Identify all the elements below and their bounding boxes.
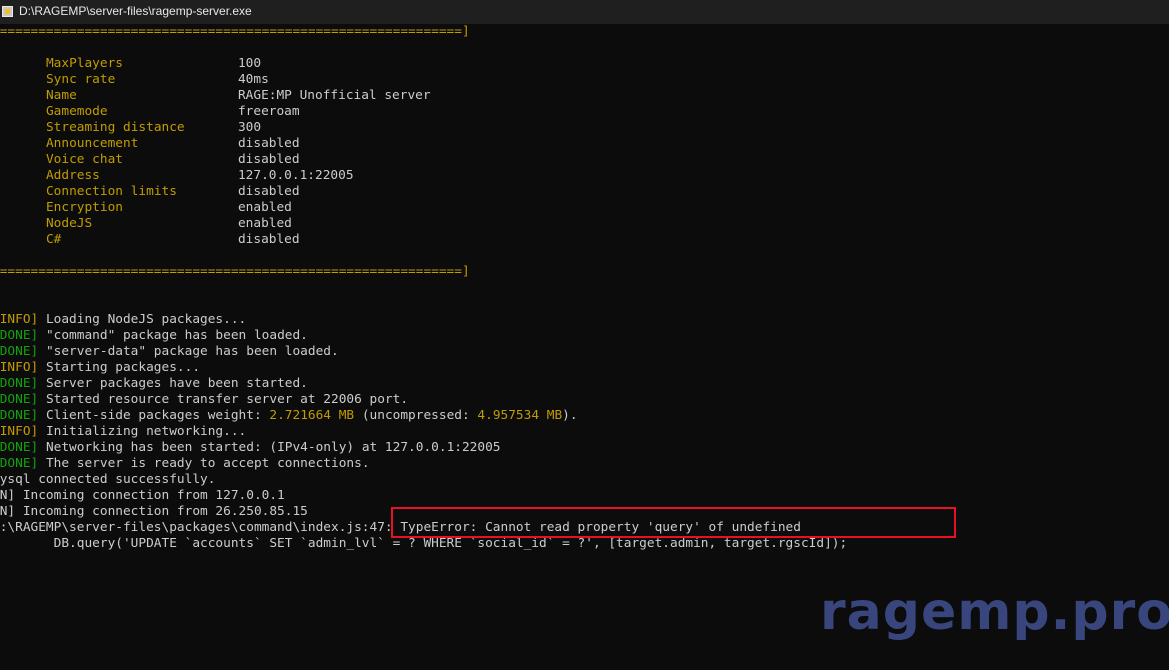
window-title: D:\RAGEMP\server-files\ragemp-server.exe bbox=[19, 4, 252, 18]
config-row: | Connection limitsdisabled bbox=[0, 184, 300, 200]
log-tag: [DONE] bbox=[0, 440, 39, 455]
log-text: Starting packages... bbox=[38, 360, 201, 375]
config-key: Announcement bbox=[45, 136, 139, 151]
config-row: | Announcementdisabled bbox=[0, 136, 300, 152]
config-row: | Gamemodefreeroam bbox=[0, 104, 300, 120]
error-highlight-box bbox=[391, 507, 956, 538]
config-value: disabled bbox=[237, 184, 300, 199]
config-key: Encryption bbox=[45, 200, 123, 215]
size-value: 2.721664 MB bbox=[269, 408, 355, 423]
size-value: 4.957534 MB bbox=[477, 408, 563, 423]
config-row: | Encryptionenabled bbox=[0, 200, 292, 216]
log-text: (uncompressed: bbox=[354, 408, 478, 423]
separator-top: ========================================… bbox=[0, 24, 470, 39]
config-value: 100 bbox=[237, 56, 262, 71]
config-key: Name bbox=[45, 88, 77, 103]
log-text: Client-side packages weight: bbox=[38, 408, 270, 423]
console-app-icon bbox=[2, 6, 13, 17]
code-line: DB.query('UPDATE `accounts` SET `admin_l… bbox=[0, 536, 848, 551]
log-line: [INFO] Starting packages... bbox=[0, 360, 200, 376]
log-line: [DONE] "command" package has been loaded… bbox=[0, 328, 308, 344]
log-line: [DONE] "server-data" package has been lo… bbox=[0, 344, 339, 360]
log-text: "command" package has been loaded. bbox=[38, 328, 308, 343]
config-row: | Streaming distance300 bbox=[0, 120, 261, 136]
config-value: 300 bbox=[237, 120, 262, 135]
log-text: Loading NodeJS packages... bbox=[38, 312, 247, 327]
config-row: | Voice chatdisabled bbox=[0, 152, 300, 168]
log-tag: [DONE] bbox=[0, 456, 39, 471]
log-tag: [DONE] bbox=[0, 344, 39, 359]
config-row: | C#disabled bbox=[0, 232, 300, 248]
config-key: MaxPlayers bbox=[45, 56, 123, 71]
log-tag: [DONE] bbox=[0, 392, 39, 407]
log-tag: [INFO] bbox=[0, 312, 39, 327]
config-value: freeroam bbox=[237, 104, 300, 119]
watermark: ragemp.pro bbox=[820, 582, 1169, 642]
log-tag: [DONE] bbox=[0, 408, 39, 423]
log-text: ). bbox=[562, 408, 578, 423]
config-value: 127.0.0.1:22005 bbox=[237, 168, 354, 183]
config-key: Sync rate bbox=[45, 72, 116, 87]
config-key: Address bbox=[45, 168, 100, 183]
config-key: NodeJS bbox=[45, 216, 93, 231]
log-tag: [DONE] bbox=[0, 328, 39, 343]
log-line: [INFO] Loading NodeJS packages... bbox=[0, 312, 246, 328]
config-row: | NodeJSenabled bbox=[0, 216, 292, 232]
log-tag: [INFO] bbox=[0, 424, 39, 439]
config-row: | NameRAGE:MP Unofficial server bbox=[0, 88, 431, 104]
config-key: Streaming distance bbox=[45, 120, 185, 135]
log-line: [DONE] Client-side packages weight: 2.72… bbox=[0, 408, 578, 424]
config-value: disabled bbox=[237, 152, 300, 167]
incoming-connection-line: [N] Incoming connection from 127.0.0.1 bbox=[0, 488, 285, 503]
log-text: Started resource transfer server at 2200… bbox=[38, 392, 409, 407]
log-tag: [INFO] bbox=[0, 360, 39, 375]
log-tag: [DONE] bbox=[0, 376, 39, 391]
title-bar[interactable]: D:\RAGEMP\server-files\ragemp-server.exe bbox=[0, 0, 1169, 24]
config-value: enabled bbox=[237, 216, 292, 231]
config-key: Voice chat bbox=[45, 152, 123, 167]
log-text: Server packages have been started. bbox=[38, 376, 308, 391]
log-text: Initializing networking... bbox=[38, 424, 247, 439]
log-line: [DONE] Networking has been started: (IPv… bbox=[0, 440, 501, 456]
separator-bottom: ========================================… bbox=[0, 264, 470, 279]
config-key: Connection limits bbox=[45, 184, 177, 199]
log-text: The server is ready to accept connection… bbox=[38, 456, 370, 471]
config-key: Gamemode bbox=[45, 104, 108, 119]
log-line: [DONE] Server packages have been started… bbox=[0, 376, 308, 392]
config-value: disabled bbox=[237, 136, 300, 151]
config-row: | Sync rate40ms bbox=[0, 72, 269, 88]
config-value: RAGE:MP Unofficial server bbox=[237, 88, 431, 103]
config-row: | MaxPlayers100 bbox=[0, 56, 261, 72]
console-output[interactable]: ========================================… bbox=[0, 24, 1169, 670]
config-value: disabled bbox=[237, 232, 300, 247]
log-text: "server-data" package has been loaded. bbox=[38, 344, 339, 359]
config-value: enabled bbox=[237, 200, 292, 215]
log-line: [INFO] Initializing networking... bbox=[0, 424, 246, 440]
log-line: [DONE] Started resource transfer server … bbox=[0, 392, 408, 408]
config-value: 40ms bbox=[237, 72, 269, 87]
log-text: Networking has been started: (IPv4-only)… bbox=[38, 440, 501, 455]
config-key: C# bbox=[45, 232, 62, 247]
mysql-status-line: mysql connected successfully. bbox=[0, 472, 216, 487]
log-line: [DONE] The server is ready to accept con… bbox=[0, 456, 370, 472]
config-row: | Address127.0.0.1:22005 bbox=[0, 168, 354, 184]
incoming-connection-line: [N] Incoming connection from 26.250.85.1… bbox=[0, 504, 308, 519]
